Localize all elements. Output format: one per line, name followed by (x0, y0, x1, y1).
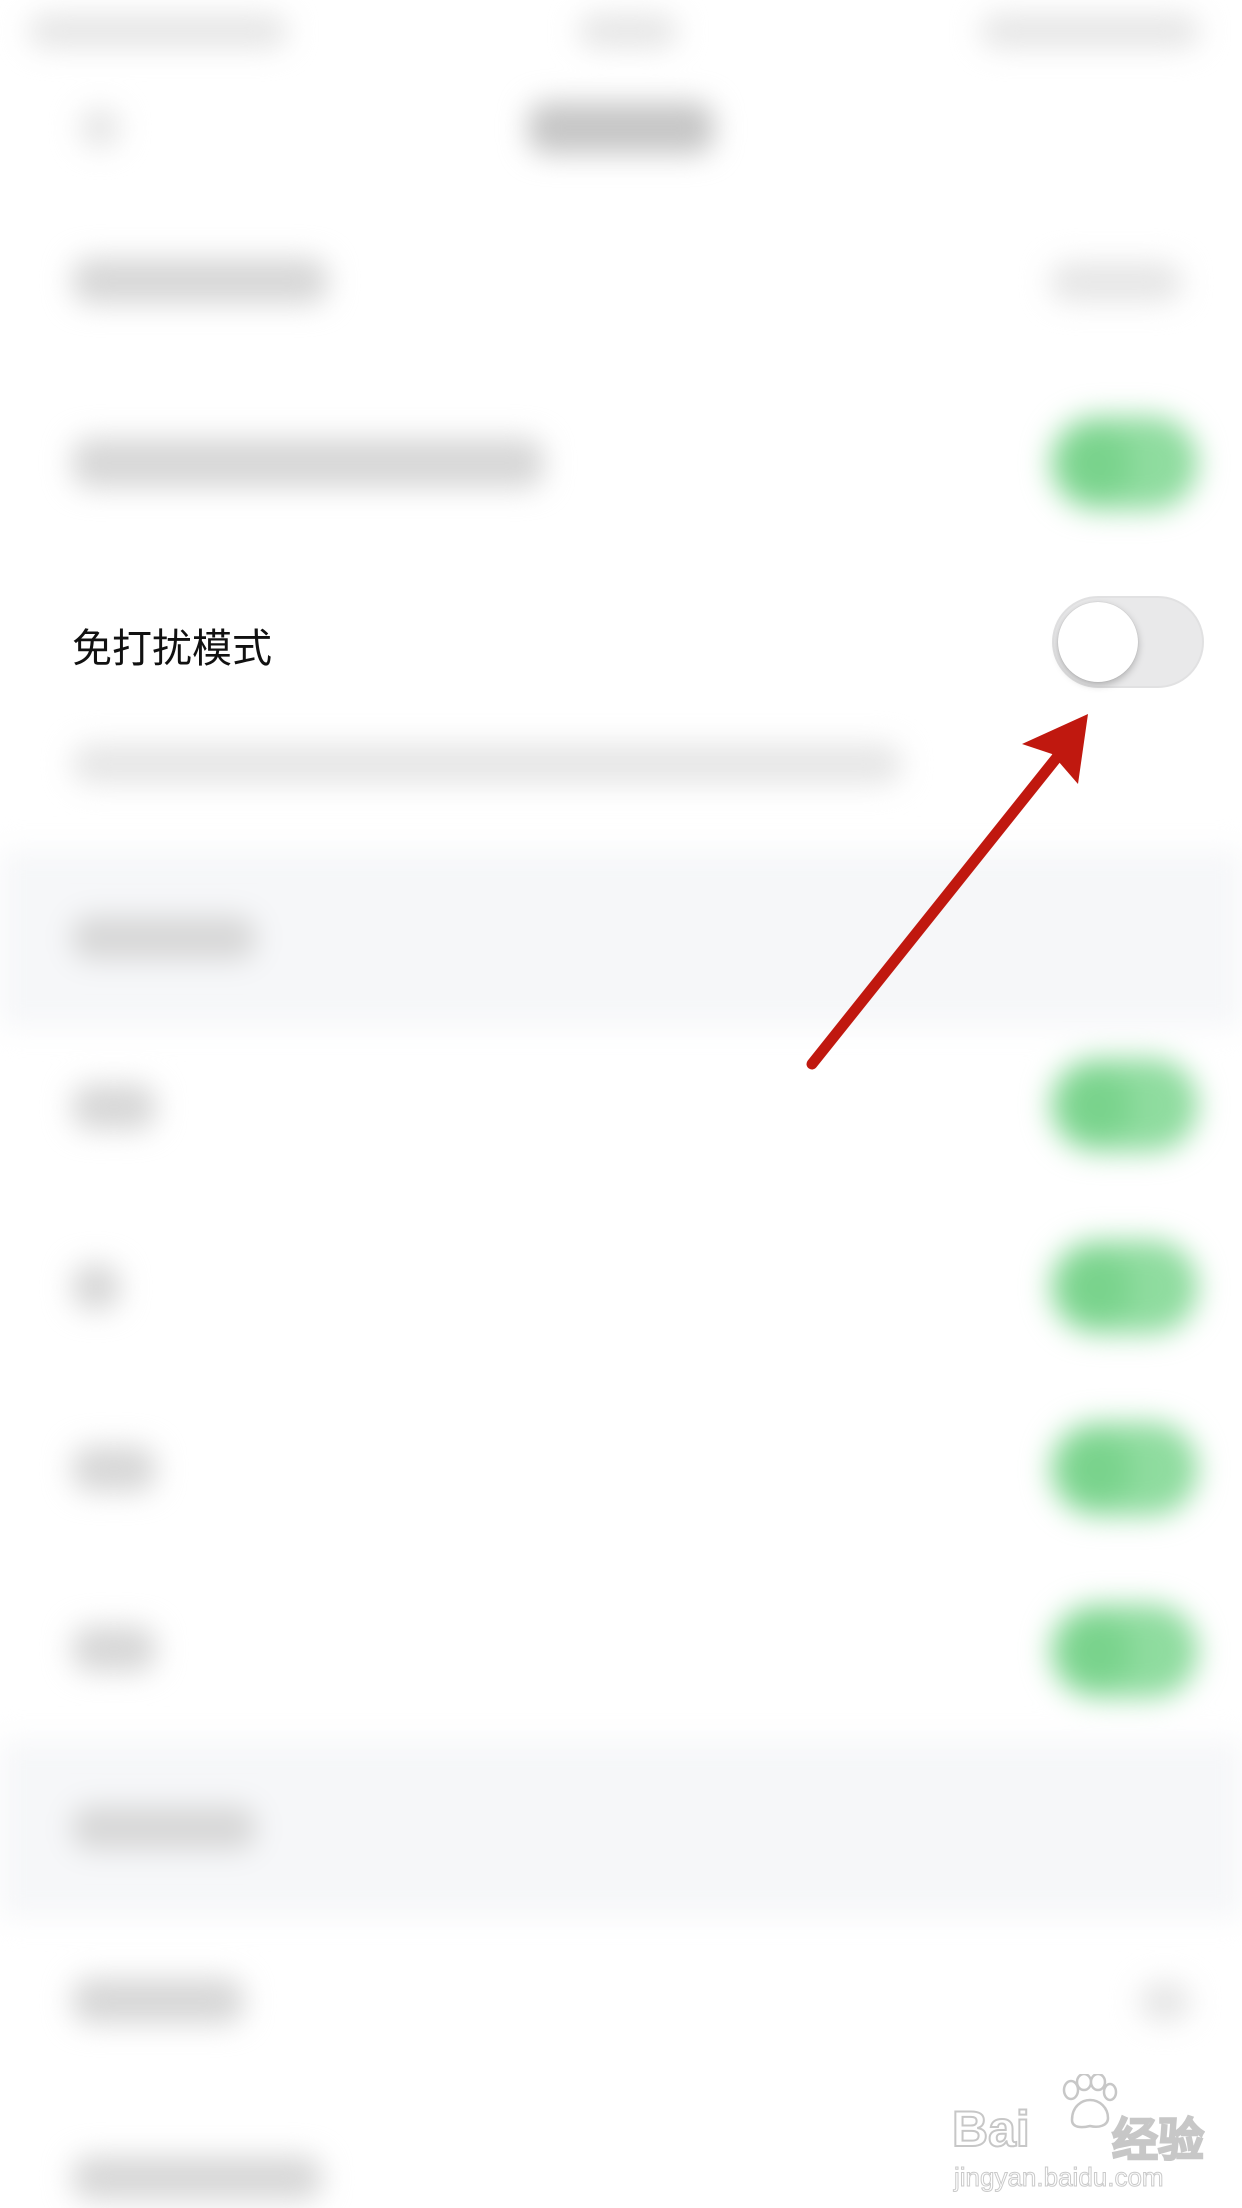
row-2-toggle-blur (1050, 416, 1198, 510)
row-8-label-blur (72, 2156, 322, 2200)
row-4-label-blur (72, 1264, 120, 1310)
baidu-jingyan-watermark: Bai 经验 jingyan.baidu.com (950, 2070, 1230, 2193)
row-1-label-blur (72, 258, 328, 304)
row-7-value-blur (1140, 1982, 1190, 2022)
row-3-label-blur (72, 1084, 156, 1130)
row-5-toggle-blur (1050, 1422, 1198, 1516)
do-not-disturb-row[interactable]: 免打扰模式 (0, 566, 1242, 726)
row-5-label-blur (72, 1446, 156, 1492)
baidu-paw-icon (1062, 2074, 1118, 2129)
row-6-label-blur (72, 1626, 156, 1672)
row-4-toggle-blur (1050, 1240, 1198, 1334)
row-3-toggle-blur (1050, 1058, 1198, 1152)
watermark-jingyan: 经验 (1111, 2112, 1205, 2168)
do-not-disturb-label: 免打扰模式 (72, 626, 272, 672)
row-1-value-blur (1050, 262, 1182, 302)
toggle-knob (1058, 602, 1138, 682)
status-bar-left (28, 14, 288, 48)
do-not-disturb-toggle[interactable] (1052, 596, 1204, 688)
back-button-blur (80, 108, 120, 148)
status-bar-time (578, 14, 678, 48)
watermark-brand: Bai (951, 2100, 1031, 2158)
section-1-title-blur (72, 916, 256, 960)
row-2-label-blur (72, 438, 544, 488)
blurred-background (0, 0, 1242, 2208)
nav-title-blur (528, 102, 714, 154)
focus-description-blur (72, 744, 902, 784)
watermark-url: jingyan.baidu.com (954, 2162, 1165, 2193)
section-2-title-blur (72, 1806, 256, 1850)
status-bar-right (980, 14, 1200, 48)
row-7-label-blur (72, 1978, 244, 2024)
row-6-toggle-blur (1050, 1604, 1198, 1698)
